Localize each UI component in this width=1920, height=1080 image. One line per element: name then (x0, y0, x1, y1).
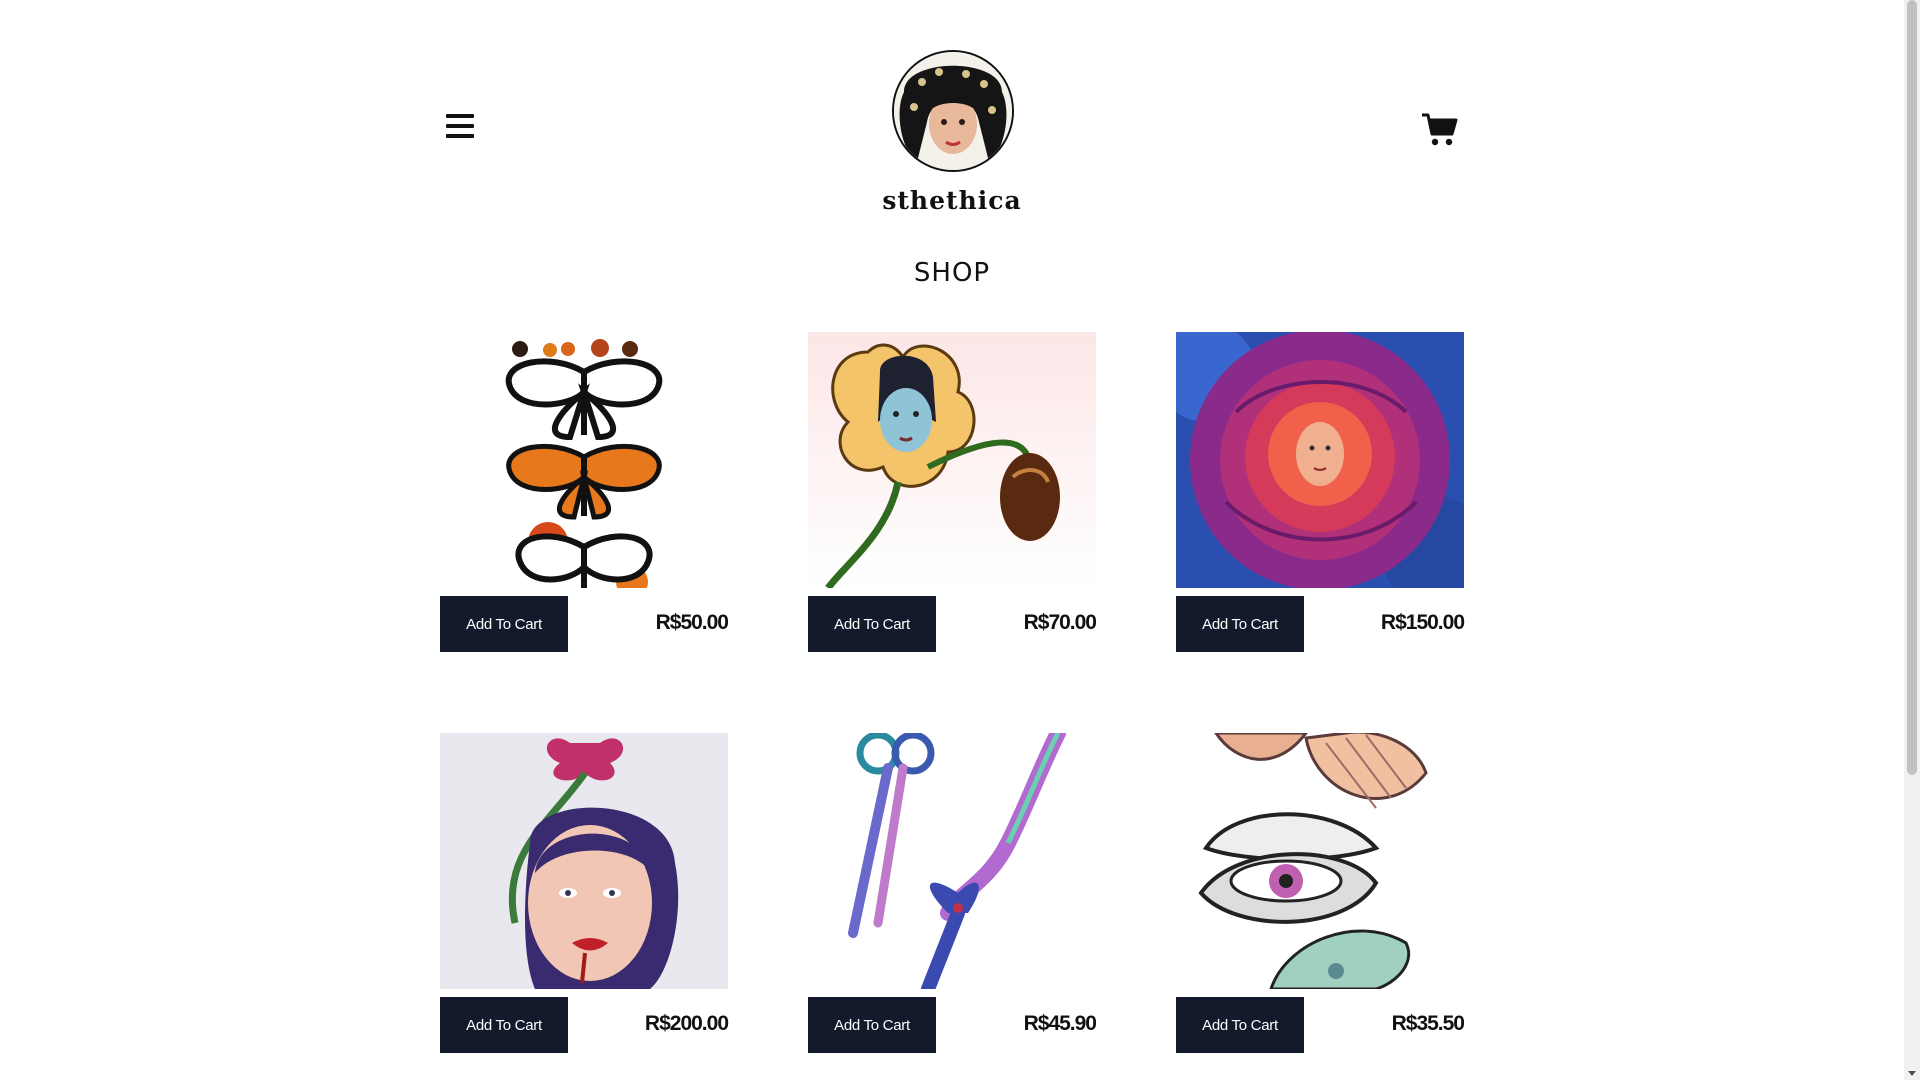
face-logo-icon (894, 52, 1012, 170)
product-price: R$200.00 (644, 1012, 729, 1035)
product-grid: Add To Cart R$50.00 Add To Cart R$70.00 … (440, 332, 1465, 1055)
shells-and-eye-artwork-image[interactable] (1176, 733, 1464, 989)
add-to-cart-button[interactable]: Add To Cart (808, 596, 936, 652)
add-to-cart-button[interactable]: Add To Cart (1176, 997, 1304, 1053)
product-card: Add To Cart R$35.50 (1176, 733, 1465, 1055)
page-title: SHOP (913, 258, 991, 288)
product-actions: Add To Cart R$50.00 (440, 596, 729, 652)
brand-name[interactable]: sthethica (852, 186, 1052, 215)
butterflies-artwork-image[interactable] (440, 332, 728, 588)
product-actions: Add To Cart R$35.50 (1176, 997, 1465, 1053)
product-card: Add To Cart R$70.00 (808, 332, 1097, 654)
product-actions: Add To Cart R$45.90 (808, 997, 1097, 1053)
product-card: Add To Cart R$45.90 (808, 733, 1097, 1055)
brand-logo[interactable] (892, 50, 1014, 172)
rose-face-artwork-image[interactable] (1176, 332, 1464, 588)
add-to-cart-button[interactable]: Add To Cart (440, 997, 568, 1053)
add-to-cart-button[interactable]: Add To Cart (808, 997, 936, 1053)
girl-with-flower-artwork-image[interactable] (440, 733, 728, 989)
shop-page: sthethica SHOP Add To Cart R$50.00 Add T… (0, 0, 1904, 1080)
product-price: R$45.90 (1023, 1012, 1097, 1035)
flower-face-artwork-image[interactable] (808, 332, 1096, 588)
add-to-cart-button[interactable]: Add To Cart (440, 596, 568, 652)
hamburger-menu-icon[interactable] (440, 114, 480, 146)
product-price: R$50.00 (655, 611, 729, 634)
scissors-artwork-image[interactable] (808, 733, 1096, 989)
product-card: Add To Cart R$200.00 (440, 733, 729, 1055)
scroll-down-arrow-icon[interactable] (1908, 1071, 1916, 1076)
scrollbar-thumb[interactable] (1907, 0, 1917, 775)
product-price: R$35.50 (1391, 1012, 1465, 1035)
product-actions: Add To Cart R$150.00 (1176, 596, 1465, 652)
add-to-cart-button[interactable]: Add To Cart (1176, 596, 1304, 652)
product-actions: Add To Cart R$70.00 (808, 596, 1097, 652)
product-price: R$150.00 (1380, 611, 1465, 634)
product-actions: Add To Cart R$200.00 (440, 997, 729, 1053)
product-price: R$70.00 (1023, 611, 1097, 634)
vertical-scrollbar[interactable] (1904, 0, 1920, 1080)
product-card: Add To Cart R$150.00 (1176, 332, 1465, 654)
product-card: Add To Cart R$50.00 (440, 332, 729, 654)
shopping-cart-icon[interactable] (1420, 112, 1460, 148)
